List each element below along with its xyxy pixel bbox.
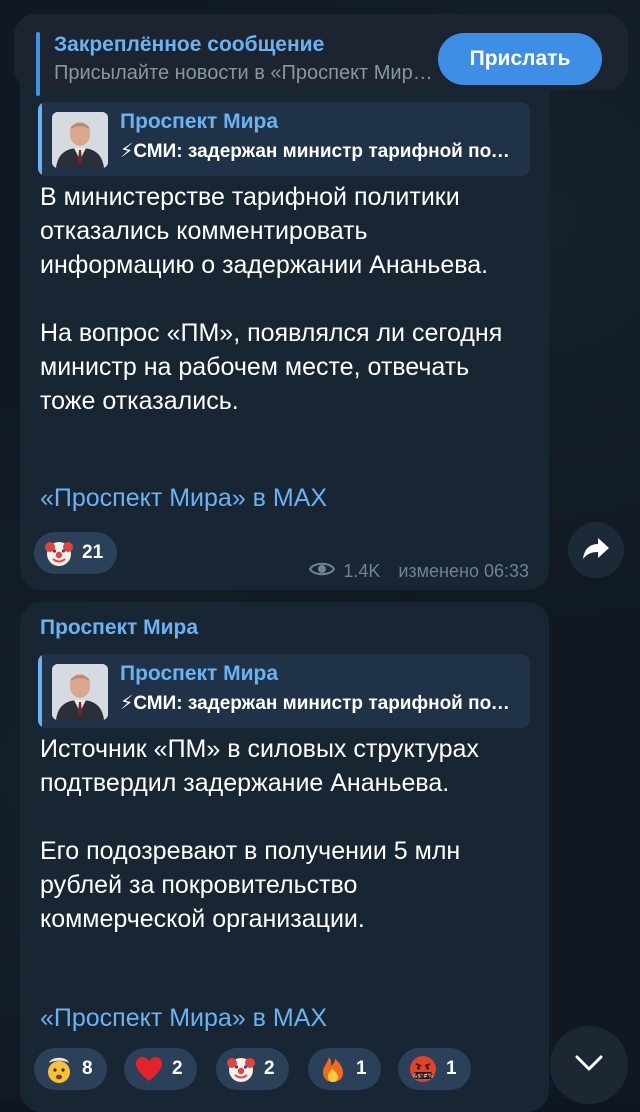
share-arrow-icon bbox=[582, 536, 610, 565]
pinned-title: Закреплённое сообщение bbox=[54, 33, 325, 56]
view-count: 1.4K bbox=[343, 561, 381, 581]
scroll-down-button[interactable] bbox=[550, 1026, 628, 1104]
channel-link[interactable]: «Проспект Мира» в MAX bbox=[40, 484, 327, 513]
reaction-heart[interactable]: 2 bbox=[124, 1048, 197, 1090]
reaction-cursing-face[interactable]: &$!#% 1 bbox=[398, 1048, 471, 1090]
message-text: Источник «ПМ» в силовых структурах подтв… bbox=[40, 735, 479, 933]
message-bubble[interactable]: Проспект Мира ⚡СМИ: задержан министр тар… bbox=[20, 84, 549, 590]
reply-thumbnail bbox=[52, 664, 108, 720]
reaction-exploding-head[interactable]: 8 bbox=[34, 1048, 107, 1090]
clown-face-icon bbox=[44, 538, 74, 568]
reaction-count: 2 bbox=[172, 1058, 183, 1079]
chevron-down-icon bbox=[574, 1054, 604, 1077]
reply-sender-name: Проспект Мира bbox=[120, 662, 279, 685]
message-bubble[interactable]: Проспект Мира Проспект Мира ⚡СМИ: задерж… bbox=[20, 602, 549, 1112]
eye-icon bbox=[309, 560, 336, 583]
reply-indicator bbox=[38, 654, 42, 728]
reaction-count: 1 bbox=[446, 1058, 457, 1079]
sender-name[interactable]: Проспект Мира bbox=[40, 616, 198, 640]
reaction-count: 21 bbox=[82, 542, 104, 563]
red-heart-icon bbox=[134, 1054, 164, 1084]
reply-text: ⚡СМИ: задержан министр тарифной политики bbox=[120, 141, 520, 162]
cursing-face-icon: &$!#% bbox=[408, 1054, 438, 1084]
reply-sender-name: Проспект Мира bbox=[120, 110, 279, 133]
reply-thumbnail bbox=[52, 112, 108, 168]
reaction-count: 1 bbox=[356, 1058, 367, 1079]
reaction-clown[interactable]: 2 bbox=[216, 1048, 289, 1090]
share-button[interactable] bbox=[568, 522, 624, 578]
cursing-label: &$!#% bbox=[413, 1074, 433, 1080]
channel-link[interactable]: «Проспект Мира» в MAX bbox=[40, 1004, 327, 1033]
reaction-count: 2 bbox=[264, 1058, 275, 1079]
message-text: В министерстве тарифной политики отказал… bbox=[40, 183, 503, 415]
reaction-fire[interactable]: 1 bbox=[308, 1048, 381, 1090]
reaction-count: 8 bbox=[82, 1058, 93, 1079]
send-news-button[interactable]: Прислать bbox=[438, 33, 602, 85]
pinned-subtitle: Присылайте новости в «Проспект Мира» bbox=[54, 62, 434, 84]
reply-preview[interactable]: Проспект Мира ⚡СМИ: задержан министр тар… bbox=[38, 102, 530, 176]
pinned-indicator bbox=[36, 32, 40, 96]
clown-face-icon bbox=[226, 1054, 256, 1084]
edit-status: изменено 06:33 bbox=[398, 561, 529, 581]
fire-icon bbox=[318, 1054, 348, 1084]
reply-text: ⚡СМИ: задержан министр тарифной политики bbox=[120, 693, 520, 714]
exploding-head-icon bbox=[44, 1054, 74, 1084]
reply-preview[interactable]: Проспект Мира ⚡СМИ: задержан министр тар… bbox=[38, 654, 530, 728]
reply-indicator bbox=[38, 102, 42, 176]
pinned-message-content[interactable]: Закреплённое сообщение Присылайте новост… bbox=[54, 32, 434, 88]
pinned-message-bar[interactable]: Закреплённое сообщение Присылайте новост… bbox=[14, 14, 628, 96]
message-meta: 1.4K изменено 06:33 bbox=[309, 560, 529, 583]
reaction-clown[interactable]: 21 bbox=[34, 532, 118, 574]
